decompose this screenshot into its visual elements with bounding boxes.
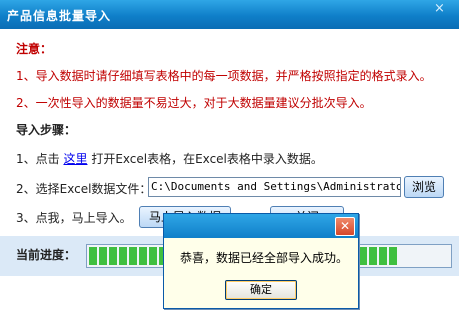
notice-item-1: 1、导入数据时请仔细填写表格中的每一项数据，并严格按照指定的格式录入。 — [16, 69, 432, 83]
title-bar: 产品信息批量导入 × — [0, 0, 459, 29]
browse-button[interactable]: 浏览 — [404, 176, 444, 198]
file-path-field[interactable]: C:\Documents and Settings\Administrator\… — [148, 177, 401, 197]
ok-button[interactable]: 确定 — [225, 280, 297, 300]
step-2-label: 2、选择Excel数据文件： — [16, 182, 152, 196]
steps-heading: 导入步骤： — [16, 123, 77, 137]
dialog-message: 恭喜，数据已经全部导入成功。 — [180, 251, 349, 265]
dialog-close-icon[interactable]: ✕ — [335, 217, 355, 236]
notice-heading: 注意： — [16, 42, 53, 56]
notice-item-2: 2、一次性导入的数据量不易过大，对于大数据量建议分批次导入。 — [16, 96, 372, 110]
step-1-prefix: 1、点击 — [16, 152, 60, 166]
step-1-suffix: 打开Excel表格，在Excel表格中录入数据。 — [91, 152, 323, 166]
success-dialog: ✕ 恭喜，数据已经全部导入成功。 确定 — [163, 213, 359, 309]
window-title: 产品信息批量导入 — [7, 9, 112, 23]
import-window: 产品信息批量导入 × 注意： 1、导入数据时请仔细填写表格中的每一项数据，并严格… — [0, 0, 459, 314]
open-excel-link[interactable]: 这里 — [63, 152, 87, 166]
window-close-icon[interactable]: × — [432, 1, 447, 16]
step-3-label: 3、点我，马上导入。 — [16, 211, 132, 225]
dialog-title-bar: ✕ — [164, 214, 358, 238]
step-1: 1、点击 这里 打开Excel表格，在Excel表格中录入数据。 — [16, 150, 323, 167]
progress-label: 当前进度： — [16, 248, 77, 262]
